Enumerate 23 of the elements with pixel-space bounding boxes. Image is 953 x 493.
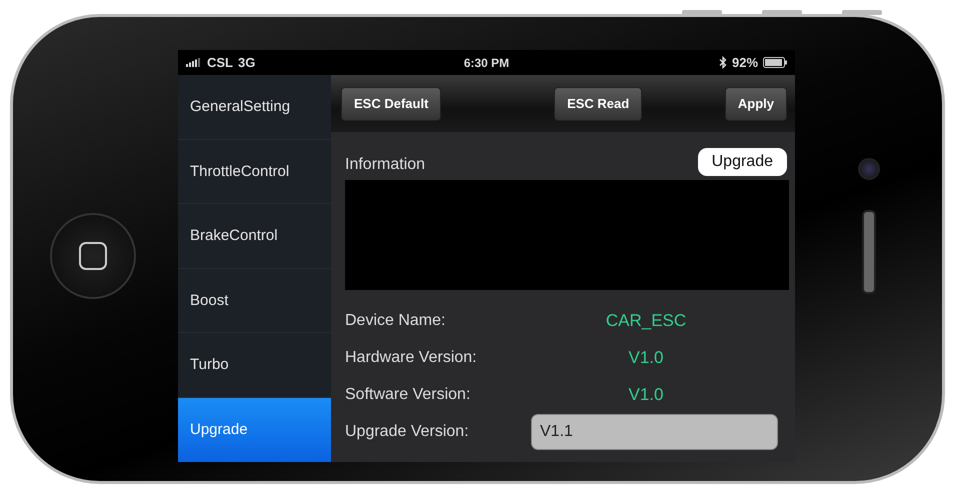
info-value: CAR_ESC xyxy=(604,310,688,330)
info-value: V1.0 xyxy=(628,384,664,404)
version-input-field[interactable]: V1.1 xyxy=(531,414,778,450)
signal-icon xyxy=(186,58,202,67)
info-label: Upgrade Version: xyxy=(345,422,470,440)
carrier-name: CSL xyxy=(207,55,233,70)
sidebar-item[interactable]: Upgrade xyxy=(178,398,331,462)
info-label: Hardware Version: xyxy=(345,348,478,366)
battery-percent: 92% xyxy=(732,55,758,70)
status-time: 6:30 PM xyxy=(464,56,510,70)
upgrade-button[interactable]: Upgrade xyxy=(698,148,787,176)
speaker-slot-icon xyxy=(862,210,876,294)
battery-icon xyxy=(763,57,788,68)
info-label: Device Name: xyxy=(345,312,446,330)
toolbar-button[interactable]: ESC Read xyxy=(554,86,642,120)
info-value: V1.0 xyxy=(628,348,664,368)
toolbar-button[interactable]: ESC Default xyxy=(341,86,442,120)
network-type: 3G xyxy=(238,55,256,70)
info-label: Software Version: xyxy=(345,386,472,404)
information-label: Information xyxy=(345,156,426,175)
camera-icon xyxy=(858,158,880,180)
toolbar-button[interactable]: Apply xyxy=(724,86,787,120)
bluetooth-icon xyxy=(718,56,727,69)
